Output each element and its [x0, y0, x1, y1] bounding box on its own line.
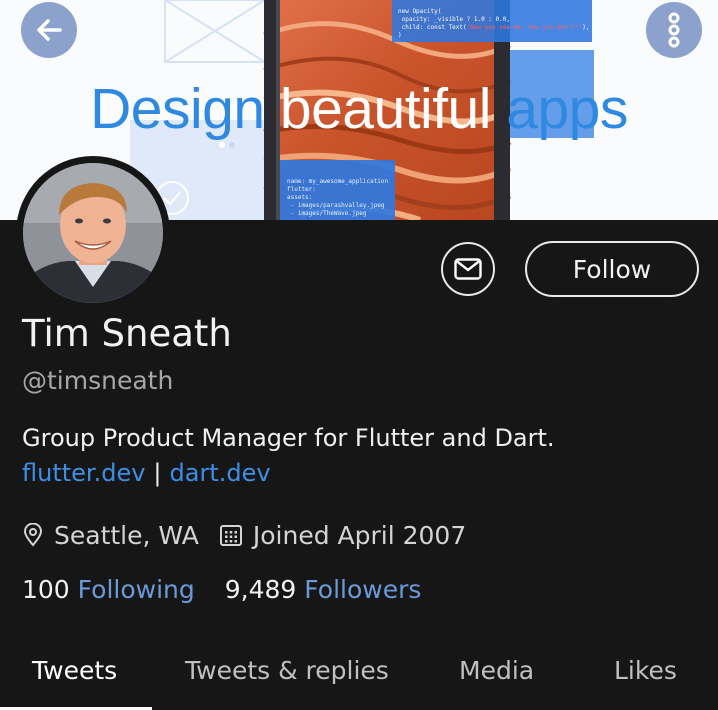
profile-location: Seattle, WA	[54, 520, 199, 550]
calendar-icon	[219, 523, 243, 547]
banner-headline: Design beautiful apps	[90, 77, 628, 141]
banner-pubspec-snippet: name: my_awesome_application flutter: as…	[287, 178, 389, 217]
follow-button[interactable]: Follow	[525, 241, 699, 297]
back-arrow-icon	[37, 19, 62, 41]
profile-handle: @timsneath	[22, 366, 174, 395]
followers-count: 9,489	[224, 575, 297, 604]
tab-media[interactable]: Media	[459, 656, 534, 685]
tab-tweets[interactable]: Tweets	[32, 656, 117, 685]
link-dart-dev[interactable]: dart.dev	[170, 459, 271, 487]
avatar-photo	[23, 163, 163, 303]
profile-links: flutter.dev | dart.dev	[22, 459, 271, 487]
profile-meta: Seattle, WA Joined April 2007	[22, 518, 466, 552]
message-button[interactable]	[441, 242, 495, 296]
followers-link[interactable]: Followers	[304, 575, 421, 604]
following-link[interactable]: Following	[78, 575, 195, 604]
envelope-icon	[454, 258, 482, 280]
follow-stats: 100 Following 9,489 Followers	[22, 575, 421, 604]
tab-tweets-and-replies[interactable]: Tweets & replies	[185, 656, 389, 685]
avatar[interactable]	[16, 156, 170, 310]
profile-joined: Joined April 2007	[252, 520, 467, 550]
more-options-button[interactable]	[646, 2, 702, 58]
link-flutter-dev[interactable]: flutter.dev	[22, 459, 145, 487]
profile-tabs: Tweets Tweets & replies Media Likes	[0, 640, 718, 710]
more-vertical-icon	[668, 12, 680, 48]
tab-likes[interactable]: Likes	[614, 656, 677, 685]
link-separator: |	[153, 459, 162, 487]
profile-bio: Group Product Manager for Flutter and Da…	[22, 424, 555, 452]
profile-name: Tim Sneath	[22, 312, 232, 355]
following-count: 100	[22, 575, 70, 604]
back-button[interactable]	[21, 2, 77, 58]
location-pin-icon	[22, 523, 44, 547]
banner-code-snippet: new Opacity( opacity: _visible ? 1.0 : 0…	[398, 8, 590, 39]
